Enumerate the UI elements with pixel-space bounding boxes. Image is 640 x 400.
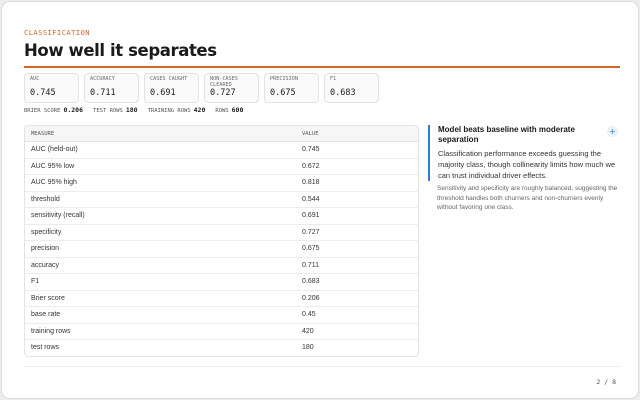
insight-callout: Model beats baseline with moderate separ… xyxy=(428,125,620,181)
callout-title: Model beats baseline with moderate separ… xyxy=(438,125,575,144)
table-row: precision 0.675 xyxy=(25,241,418,258)
measure-cell: test rows xyxy=(31,344,60,351)
value-cell: 0.711 xyxy=(302,261,319,269)
stat-value: 420 xyxy=(193,106,206,114)
expand-plus-icon[interactable]: + xyxy=(607,126,618,137)
callout-body: Classification performance exceeds guess… xyxy=(438,149,616,180)
stat-rows: ROWS 600 xyxy=(215,106,243,114)
stat-label: ROWS xyxy=(215,108,229,114)
stat-value: 600 xyxy=(231,106,244,114)
value-cell: 420 xyxy=(302,327,314,335)
page-title: How well it separates xyxy=(24,41,217,60)
value-cell: 0.675 xyxy=(302,245,320,252)
value-cell: 180 xyxy=(302,344,314,351)
table-row: base rate 0.45 xyxy=(25,307,418,324)
measure-cell: threshold xyxy=(31,195,60,203)
measure-cell: F1 xyxy=(31,278,40,285)
measure-cell: AUC (held-out) xyxy=(31,146,78,153)
value-cell: 0.45 xyxy=(302,311,316,318)
title-divider xyxy=(24,66,620,68)
table-row: AUC 95% high 0.818 xyxy=(25,175,418,192)
summary-stats: BRIER SCORE 0.206 TEST ROWS 180 TRAINING R… xyxy=(24,106,243,114)
section-eyebrow: CLASSIFICATION xyxy=(24,29,91,37)
table-row: accuracy 0.711 xyxy=(25,258,418,274)
kpi-value: 0.675 xyxy=(270,88,296,98)
measure-cell: training rows xyxy=(31,327,71,335)
stat-label: TRAINING ROWS xyxy=(147,108,191,114)
kpi-card-f1: F1 0.683 xyxy=(324,73,379,103)
kpi-card-non-cases-cleared: NON-CASES CLEARED 0.727 xyxy=(204,73,259,103)
kpi-label: AUC xyxy=(30,76,40,82)
kpi-value: 0.727 xyxy=(210,88,236,98)
kpi-label: F1 xyxy=(330,76,337,82)
column-header-value: VALUE xyxy=(302,131,319,137)
kpi-label: NON-CASES CLEARED xyxy=(210,76,238,88)
kpi-card-accuracy: ACCURACY 0.711 xyxy=(84,73,139,103)
value-cell: 0.672 xyxy=(302,162,320,170)
measure-cell: sensitivity (recall) xyxy=(31,212,85,219)
column-header-measure: MEASURE xyxy=(31,131,55,137)
measure-cell: precision xyxy=(31,245,60,252)
insight-note: Sensitivity and specificity are roughly … xyxy=(437,185,618,211)
kpi-value: 0.683 xyxy=(330,88,356,98)
footer-divider xyxy=(24,366,620,367)
kpi-value: 0.711 xyxy=(90,88,116,98)
kpi-card-auc: AUC 0.745 xyxy=(24,73,79,103)
stat-test-rows: TEST ROWS 180 xyxy=(93,106,138,114)
kpi-card-precision: PRECISION 0.675 xyxy=(264,73,319,103)
table-row: threshold 0.544 xyxy=(25,192,418,208)
value-cell: 0.206 xyxy=(302,294,320,302)
table-header: MEASURE VALUE xyxy=(25,126,418,142)
stat-label: BRIER SCORE xyxy=(24,108,61,114)
table-row: F1 0.683 xyxy=(25,274,418,291)
value-cell: 0.691 xyxy=(302,212,320,219)
measure-cell: AUC 95% low xyxy=(31,162,75,170)
table-row: test rows 180 xyxy=(25,340,418,356)
metrics-table: MEASURE VALUE AUC (held-out) 0.745 AUC 95… xyxy=(24,125,419,357)
kpi-label: ACCURACY xyxy=(90,76,115,82)
kpi-label: CASES CAUGHT xyxy=(150,76,188,82)
kpi-value: 0.691 xyxy=(150,88,176,98)
table-row: AUC (held-out) 0.745 xyxy=(25,142,418,159)
value-cell: 0.727 xyxy=(302,228,320,236)
kpi-card-cases-caught: CASES CAUGHT 0.691 xyxy=(144,73,199,103)
value-cell: 0.818 xyxy=(302,179,320,186)
stat-brier: BRIER SCORE 0.206 xyxy=(24,106,83,114)
measure-cell: AUC 95% high xyxy=(31,179,77,186)
measure-cell: accuracy xyxy=(31,261,60,269)
stat-training-rows: TRAINING ROWS 420 xyxy=(148,106,206,114)
stat-value: 0.206 xyxy=(63,106,84,114)
kpi-value: 0.745 xyxy=(30,88,56,98)
table-row: AUC 95% low 0.672 xyxy=(25,159,418,175)
table-row: specificity 0.727 xyxy=(25,225,418,241)
table-row: training rows 420 xyxy=(25,324,418,340)
table-row: sensitivity (recall) 0.691 xyxy=(25,208,418,225)
value-cell: 0.745 xyxy=(302,146,320,153)
stat-value: 180 xyxy=(125,106,138,114)
table-row: Brier score 0.206 xyxy=(25,291,418,307)
value-cell: 0.683 xyxy=(302,278,320,285)
kpi-label: PRECISION xyxy=(270,76,298,82)
measure-cell: base rate xyxy=(31,311,61,318)
kpi-strip: AUC 0.745 ACCURACY 0.711 CASES CAUGHT 0.… xyxy=(24,73,379,103)
measure-cell: Brier score xyxy=(31,294,65,302)
stat-label: TEST ROWS xyxy=(93,108,123,114)
value-cell: 0.544 xyxy=(302,195,320,203)
page-indicator: 2 / 8 xyxy=(596,378,616,386)
measure-cell: specificity xyxy=(31,228,62,236)
slide-card: CLASSIFICATION How well it separates AUC… xyxy=(1,1,639,399)
